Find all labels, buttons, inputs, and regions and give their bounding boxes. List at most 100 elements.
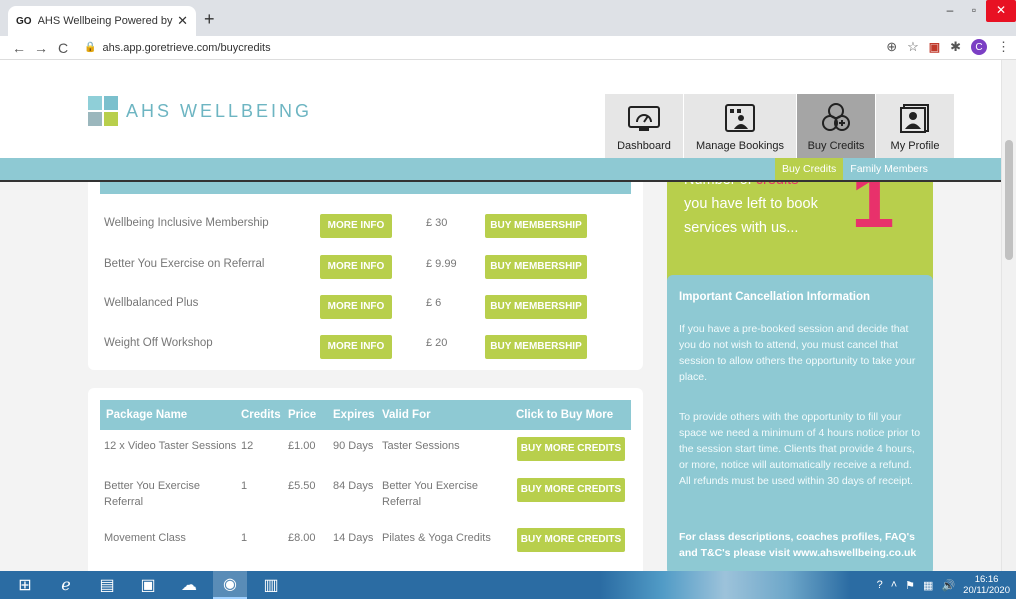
forward-arrow-icon[interactable]: → [30, 40, 52, 56]
taskbar-wallpaper-art [600, 571, 850, 599]
window-controls: – ▫ ✕ [938, 0, 1016, 22]
packages-card: Package Name Credits Price Expires Valid… [88, 388, 643, 571]
cancellation-paragraph: To provide others with the opportunity t… [679, 411, 921, 487]
package-valid-for: Pilates & Yoga Credits [382, 532, 491, 544]
subnav-buy-credits[interactable]: Buy Credits [775, 158, 844, 180]
package-valid-for: Taster Sessions [382, 440, 460, 452]
nav-manage-bookings[interactable]: Manage Bookings [684, 94, 796, 158]
package-valid-for: Better You Exercise Referral [382, 480, 479, 508]
more-info-button[interactable]: MORE INFO [320, 214, 392, 238]
more-info-button[interactable]: MORE INFO [320, 335, 392, 359]
bookmark-star-icon[interactable]: ☆ [907, 39, 919, 55]
profile-card-icon [900, 104, 929, 133]
nav-dashboard[interactable]: Dashboard [605, 94, 683, 158]
package-expires: 14 Days [333, 532, 374, 544]
windows-taskbar: ⊞ ℯ ▤ ▣ ☁ ◉ ▥ ? ˄ ⚑ ▦ 🔊 16:16 20/11/2020 [0, 571, 1016, 599]
membership-price: £ 6 [426, 297, 442, 309]
url-field[interactable]: 🔒 ahs.app.goretrieve.com/buycredits [84, 42, 271, 54]
browser-tab-bar: GO AHS Wellbeing Powered by Go R ✕ + – ▫… [0, 0, 1016, 36]
nav-label: Buy Credits [807, 140, 865, 152]
dashboard-icon [628, 106, 660, 131]
cancellation-info-box: Important Cancellation Information If yo… [667, 275, 933, 571]
package-credits: 1 [241, 480, 248, 492]
more-info-button[interactable]: MORE INFO [320, 255, 392, 279]
scrollbar-thumb[interactable] [1005, 140, 1013, 260]
nav-my-profile[interactable]: My Profile [876, 94, 954, 158]
toolbar-icons: ⊕ ☆ ▣ ✱ C ⋮ [886, 39, 1010, 55]
packages-table-header: Package Name Credits Price Expires Valid… [100, 400, 631, 430]
coins-plus-icon [822, 103, 850, 131]
membership-card: Wellbeing Inclusive Membership MORE INFO… [88, 170, 643, 370]
package-expires: 90 Days [333, 440, 374, 452]
nav-buy-credits[interactable]: Buy Credits [797, 94, 875, 158]
network-icon[interactable]: ▦ [923, 579, 933, 592]
membership-name: Wellbeing Inclusive Membership [104, 217, 269, 229]
buy-more-credits-button[interactable]: BUY MORE CREDITS [517, 478, 625, 502]
tab-close-icon[interactable]: ✕ [177, 13, 188, 29]
site-header: AHS WELLBEING Dashboard Manage Bookings … [0, 60, 1001, 158]
col-credits: Credits [241, 409, 281, 421]
col-price: Price [288, 409, 317, 421]
sub-navigation-bar: Buy Credits Family Members [0, 158, 1001, 182]
buy-membership-button[interactable]: BUY MEMBERSHIP [485, 335, 587, 359]
zoom-icon[interactable]: ⊕ [886, 39, 897, 55]
file-manager-icon[interactable]: ▥ [254, 571, 288, 599]
browser-tab[interactable]: GO AHS Wellbeing Powered by Go R ✕ [8, 6, 196, 36]
extensions-puzzle-icon[interactable]: ✱ [950, 39, 961, 55]
extension-shield-icon[interactable]: ▣ [929, 40, 940, 54]
membership-name: Better You Exercise on Referral [104, 258, 265, 270]
nav-label: Dashboard [617, 140, 671, 152]
col-expires: Expires [333, 409, 375, 421]
package-price: £8.00 [288, 532, 316, 544]
top-navigation: Dashboard Manage Bookings Buy Credits My… [605, 94, 955, 158]
nav-label: Manage Bookings [695, 140, 785, 152]
menu-kebab-icon[interactable]: ⋮ [997, 39, 1010, 55]
volume-icon[interactable]: 🔊 [941, 579, 955, 592]
package-name: Movement Class [104, 532, 186, 544]
file-explorer-icon[interactable]: ▤ [90, 571, 124, 599]
membership-price: £ 9.99 [426, 258, 457, 270]
profile-avatar[interactable]: C [971, 39, 987, 55]
logo-mark-icon [88, 96, 118, 126]
taskbar-clock[interactable]: 16:16 20/11/2020 [963, 574, 1010, 596]
chrome-icon[interactable]: ◉ [213, 571, 247, 599]
tray-chevron-icon[interactable]: ˄ [891, 579, 897, 591]
store-icon[interactable]: ▣ [131, 571, 165, 599]
lock-icon: 🔒 [84, 42, 97, 53]
new-tab-button[interactable]: + [204, 9, 215, 30]
flag-icon[interactable]: ⚑ [905, 579, 915, 592]
onedrive-cloud-icon[interactable]: ☁ [172, 571, 206, 599]
membership-name: Wellbalanced Plus [104, 297, 199, 309]
col-click-to-buy: Click to Buy More [516, 409, 614, 421]
cancellation-paragraph: If you have a pre-booked session and dec… [679, 323, 916, 383]
page-content: AHS WELLBEING Dashboard Manage Bookings … [0, 60, 1016, 571]
windows-start-icon[interactable]: ⊞ [8, 571, 42, 599]
package-credits: 12 [241, 440, 254, 452]
reload-icon[interactable]: C [52, 40, 74, 56]
buy-more-credits-button[interactable]: BUY MORE CREDITS [517, 528, 625, 552]
tab-title: AHS Wellbeing Powered by Go R [37, 15, 174, 27]
help-icon[interactable]: ? [877, 579, 883, 591]
package-name: 12 x Video Taster Sessions [104, 440, 237, 452]
package-credits: 1 [241, 532, 248, 544]
credits-line-3: services with us... [684, 220, 799, 236]
internet-explorer-icon[interactable]: ℯ [49, 571, 83, 599]
subnav-family-members[interactable]: Family Members [843, 158, 935, 180]
buy-more-credits-button[interactable]: BUY MORE CREDITS [517, 437, 625, 461]
buy-membership-button[interactable]: BUY MEMBERSHIP [485, 295, 587, 319]
buy-membership-button[interactable]: BUY MEMBERSHIP [485, 214, 587, 238]
more-info-button[interactable]: MORE INFO [320, 295, 392, 319]
nav-label: My Profile [890, 140, 940, 152]
back-arrow-icon[interactable]: ← [8, 40, 30, 56]
site-logo[interactable]: AHS WELLBEING [88, 96, 312, 126]
package-price: £5.50 [288, 480, 316, 492]
buy-membership-button[interactable]: BUY MEMBERSHIP [485, 255, 587, 279]
page-scrollbar[interactable] [1001, 60, 1016, 571]
calendar-person-icon [725, 104, 755, 132]
minimize-button[interactable]: – [938, 0, 962, 22]
window-close-button[interactable]: ✕ [986, 0, 1016, 22]
package-name: Better You Exercise Referral [104, 480, 201, 508]
cancellation-links: For class descriptions, coaches profiles… [679, 531, 917, 559]
maximize-button[interactable]: ▫ [962, 0, 986, 22]
sub-navigation: Buy Credits Family Members [775, 158, 935, 180]
